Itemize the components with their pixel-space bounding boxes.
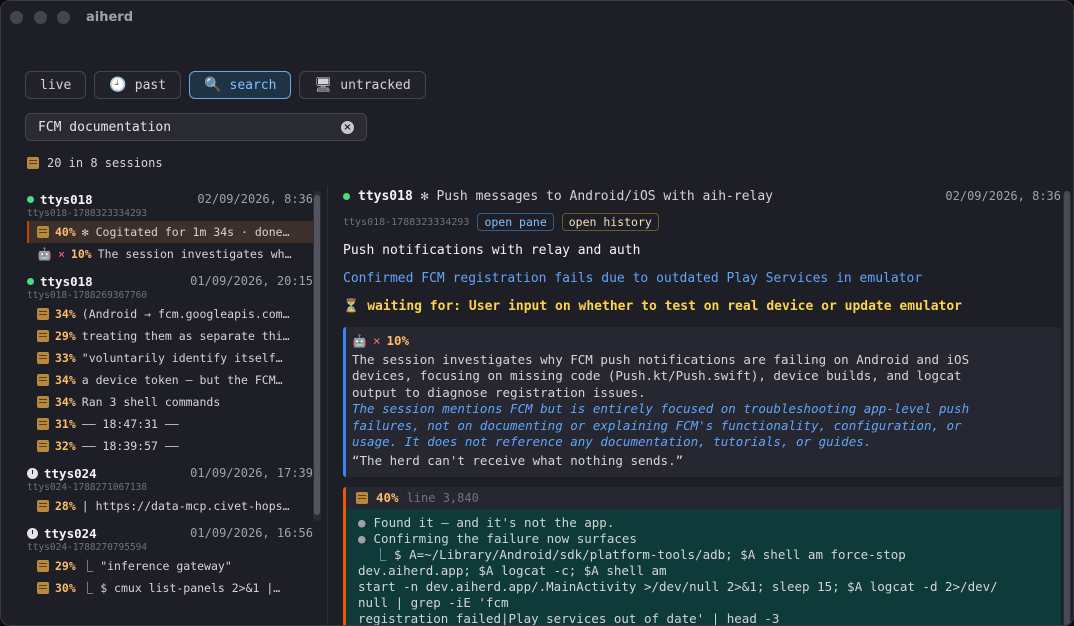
search-hit[interactable]: 29% ⎿ "inference gateway" [27, 555, 313, 577]
search-hit[interactable]: 31% —— 18:47:31 —— [27, 413, 313, 435]
monitor-icon: 🖥 [314, 77, 333, 93]
detail-meta: ttys018-1788323334293 open pane open his… [343, 213, 1061, 231]
search-hit[interactable]: 34% (Android → fcm.googleapis.com… [27, 303, 313, 325]
search-hit[interactable]: 29% treating them as separate thi… [27, 325, 313, 347]
detail-subtitle: Push notifications with relay and auth [343, 243, 641, 258]
session-group: ttys024 01/09/2026, 17:39 ttys024-178827… [27, 465, 313, 517]
tab-search[interactable]: 🔍 search [189, 71, 292, 99]
search-hit[interactable]: 32% —— 18:39:57 —— [27, 435, 313, 457]
scroll-icon [37, 226, 49, 238]
session-id: ttys018-1788269367760 [27, 290, 148, 301]
scroll-icon [37, 560, 49, 572]
minimize-window-button[interactable] [34, 11, 47, 24]
live-dot-icon [27, 277, 34, 285]
scroll-icon [37, 352, 49, 364]
scroll-icon [37, 308, 49, 320]
open-history-button[interactable]: open history [561, 213, 659, 231]
ai-relevance-card: 🤖 × 10% The session investigates why FCM p… [343, 327, 1061, 477]
scroll-icon [27, 157, 39, 169]
transcript-hit-card[interactable]: 40% line 3,840 ● Found it — and it's not t… [343, 487, 1061, 625]
session-id: ttys024-1788271067138 [27, 482, 148, 493]
pane-divider[interactable] [327, 186, 328, 625]
title-bar: aiherd [1, 1, 1073, 35]
scroll-icon [356, 492, 368, 504]
session-header[interactable]: ttys018 01/09/2026, 20:15 [27, 273, 313, 289]
session-list: ttys018 02/09/2026, 8:36 ttys018-1788323… [27, 191, 313, 625]
session-detail: ttys018 ✻ Push messages to Android/iOS wi… [343, 186, 1061, 625]
mode-tabs: live 🕘 past 🔍 search 🖥 untracked [25, 71, 426, 99]
scroll-icon [37, 582, 49, 594]
search-box: × [25, 113, 367, 141]
session-id: ttys018-1788323334293 [27, 208, 148, 219]
waiting-status: ⏳ waiting for: User input on whether to t… [343, 299, 1061, 317]
search-hit[interactable]: 33% "voluntarily identify itself… [27, 347, 313, 369]
session-header[interactable]: ttys018 02/09/2026, 8:36 [27, 191, 313, 207]
detail-summary: Confirmed FCM registration fails due to … [343, 271, 923, 286]
clock-icon [27, 467, 38, 479]
scroll-icon [37, 374, 49, 386]
search-hit[interactable]: 🤖 × 10% The session investigates wh… [27, 243, 313, 265]
session-list-scrollbar-thumb[interactable] [314, 195, 320, 515]
hourglass-icon: ⏳ [343, 299, 360, 314]
clock-icon [27, 527, 38, 539]
live-dot-icon [343, 192, 350, 200]
detail-title: ✻ Push messages to Android/iOS with aih-… [420, 188, 773, 204]
scroll-icon [37, 330, 49, 342]
session-header[interactable]: ttys024 01/09/2026, 16:56 [27, 525, 313, 541]
scroll-icon [37, 440, 49, 452]
search-input[interactable] [38, 119, 341, 135]
clock-icon: 🕘 [109, 77, 127, 93]
open-pane-button[interactable]: open pane [477, 213, 554, 231]
results-summary: 20 in 8 sessions [27, 156, 163, 170]
search-hit[interactable]: 28% | https://data-mcp.civet-hops… [27, 495, 313, 517]
detail-scrollbar-thumb[interactable] [1064, 191, 1070, 625]
app-window: aiherd live 🕘past 🔍search 🖥untracked × 2… [0, 0, 1074, 626]
detail-header: ttys018 ✻ Push messages to Android/iOS wi… [343, 186, 1061, 206]
search-hit[interactable]: 34% Ran 3 shell commands [27, 391, 313, 413]
clear-icon[interactable]: × [341, 120, 354, 134]
live-dot-icon [27, 195, 34, 203]
mismatch-icon: × [372, 333, 381, 348]
tab-untracked[interactable]: 🖥 untracked [299, 71, 426, 99]
tab-live[interactable]: live [25, 71, 87, 99]
search-hit[interactable]: 34% a device token — but the FCM… [27, 369, 313, 391]
scroll-icon [37, 396, 49, 408]
robot-icon: 🤖 [352, 334, 367, 348]
zoom-window-button[interactable] [57, 11, 70, 24]
session-header[interactable]: ttys024 01/09/2026, 17:39 [27, 465, 313, 481]
session-id: ttys024-1788270795594 [27, 542, 148, 553]
detail-date: 02/09/2026, 8:36 [945, 189, 1061, 203]
scroll-icon [37, 418, 49, 430]
session-group: ttys018 01/09/2026, 20:15 ttys018-178826… [27, 273, 313, 457]
magnifier-icon: 🔍 [204, 77, 222, 93]
close-window-button[interactable] [10, 11, 23, 24]
detail-session-id: ttys018-1788323334293 [343, 216, 470, 228]
robot-icon: 🤖 [37, 247, 52, 261]
session-group: ttys018 02/09/2026, 8:36 ttys018-1788323… [27, 191, 313, 265]
search-hit[interactable]: 40% ✻ Cogitated for 1m 34s · done… [27, 221, 313, 243]
session-group: ttys024 01/09/2026, 16:56 ttys024-178827… [27, 525, 313, 599]
scroll-icon [37, 500, 49, 512]
app-title: aiherd [86, 10, 134, 25]
search-hit[interactable]: 30% ⎿ $ cmux list-panels 2>&1 |… [27, 577, 313, 599]
tab-past[interactable]: 🕘 past [94, 71, 182, 99]
